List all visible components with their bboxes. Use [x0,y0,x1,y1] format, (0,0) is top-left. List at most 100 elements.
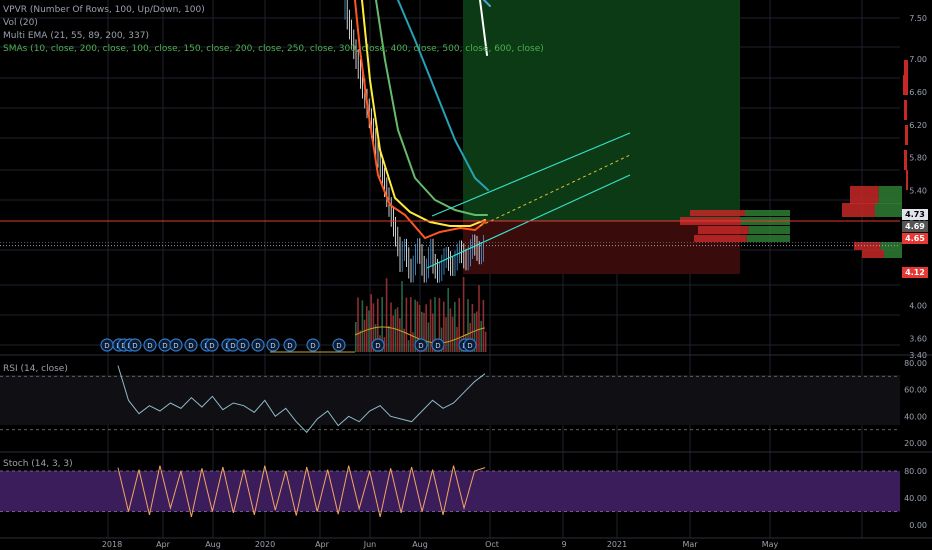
volume-bar [357,297,359,352]
price-tag-last: 4.73 [902,209,928,220]
price-tick-label: 6.20 [909,121,927,130]
dividend-letter: D [310,342,315,350]
volume-bar [359,330,361,352]
volume-bar [454,301,456,352]
stoch-tick-label: 0.00 [909,521,927,530]
dividend-letter: D [255,342,260,350]
rsi-label[interactable]: RSI (14, close) [3,364,68,374]
price-tick-label: 7.50 [909,14,927,23]
vpvr-side-bar [906,170,908,190]
price-tick-label: 5.80 [909,154,927,163]
dividend-letter: D [230,342,235,350]
dividend-marker: D [431,338,445,352]
dividend-letter: D [104,342,109,350]
legend-multi-ema[interactable]: Multi EMA (21, 55, 89, 200, 337) [3,31,149,42]
volume-bar [388,325,390,352]
dividend-letter: D [240,342,245,350]
dividend-letter: D [418,342,423,350]
time-tick-label: May [762,540,779,549]
dividend-letter: D [162,342,167,350]
dividend-marker: D [205,338,219,352]
dividend-marker: D [184,338,198,352]
dividend-marker: D [332,338,346,352]
stoch-band [0,471,900,512]
vpvr-row-up [884,250,902,258]
dividend-letter: D [209,342,214,350]
dividend-marker: D [158,338,172,352]
price-tick-label: 6.60 [909,88,927,97]
volume-bar [390,302,392,352]
vpvr-row-down [862,250,884,258]
volume-bar [412,332,414,352]
vpvr-side-bar [904,100,907,120]
dividend-letter: D [375,342,380,350]
dividend-letter: D [188,342,193,350]
volume-bar [482,299,485,352]
price-tag-stop-loss: 4.12 [902,267,928,278]
legend-smas[interactable]: SMAs (10, close, 200, close, 100, close,… [3,44,544,55]
volume-bar [427,322,430,352]
dividend-marker: D [306,338,320,352]
vpvr-row-up [746,235,790,242]
dividend-marker: D [266,338,280,352]
dividend-letter: D [336,342,341,350]
time-axis[interactable]: 2018 Apr Aug 2020 Apr Jun Aug Oct 9 2021 Mar May [0,537,932,549]
rsi-band [0,375,900,425]
volume-bar [449,308,452,352]
price-tick-label: 5.40 [909,187,927,196]
dividend-letter: D [270,342,275,350]
rsi-tick-label: 60.00 [904,386,927,395]
volume-bar [478,285,480,352]
vpvr-side-bar [903,75,908,95]
volume-bar [445,317,447,352]
volume-bar [480,320,482,352]
dividend-letter: D [287,342,292,350]
vpvr-side-bar [905,125,908,145]
dividend-marker: D [251,338,265,352]
vpvr-row-down [690,210,745,216]
rsi-pane [0,365,900,434]
vpvr-row-up [878,186,902,204]
volume-bar [447,287,449,352]
legend-vpvr[interactable]: VPVR (Number Of Rows, 100, Up/Down, 100) [3,5,205,16]
volume-bar [355,322,357,352]
time-tick-label: 2020 [255,540,275,549]
dividend-marker: D [414,338,428,352]
dividend-marker: D [283,338,297,352]
rsi-tick-label: 20.00 [904,439,927,448]
price-tick-label: 7.00 [909,55,927,64]
dividend-marker: D [371,338,385,352]
volume-bar [399,318,401,352]
volume-bar [410,297,412,352]
dividend-letter: D [173,342,178,350]
time-tick-label: Mar [682,540,698,549]
vpvr-row-up [875,203,902,217]
chart-canvas[interactable]: DDDDDDDDDDDDDDDDDDDDDDDD 7.507.006.606.2… [0,0,932,550]
volume-bar [429,299,432,352]
volume-bar [366,306,368,352]
stoch-tick-label: 40.00 [904,494,927,503]
time-tick-label: Oct [485,540,499,549]
vpvr-row-down [842,203,875,217]
price-tick-label: 3.60 [909,335,927,344]
stoch-tick-label: 80.00 [904,467,927,476]
volume-bar [361,300,364,352]
volume-bar [394,309,397,352]
stoch-pane [0,465,900,518]
volume-bar [405,297,408,352]
time-tick-label: Apr [156,540,171,549]
dividend-marker: D [236,338,250,352]
dividend-letter: D [132,342,137,350]
time-tick-label: 2018 [102,540,122,549]
vpvr-row-down [698,226,749,234]
dividend-letter: D [467,342,472,350]
stoch-label[interactable]: Stoch (14, 3, 3) [3,459,73,469]
volume-bar [407,340,410,352]
dividend-letter: D [435,342,440,350]
volume-bar [392,315,394,352]
dividend-marker: D [463,338,477,352]
price-tag-entry: 4.69 [902,221,928,232]
legend-volume[interactable]: Vol (20) [3,18,38,29]
rsi-tick-label: 40.00 [904,412,927,421]
volume-bar [401,281,403,352]
